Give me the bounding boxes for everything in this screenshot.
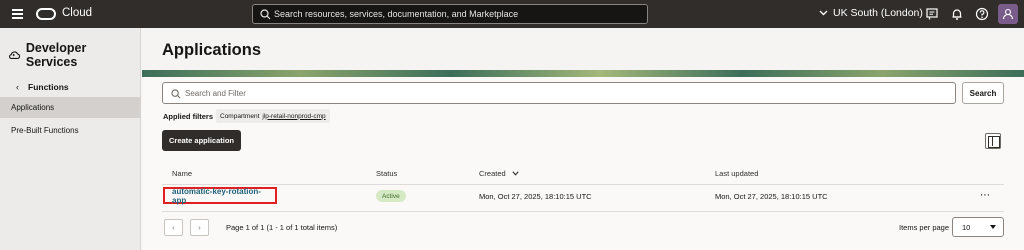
status-badge: Active [376,190,406,202]
chevron-down-icon [512,171,519,176]
sidebar-item-applications[interactable]: Applications [0,97,140,118]
chip-value[interactable]: jlp-retail-nonprod-cmp [262,113,325,120]
global-search-placeholder: Search resources, services, documentatio… [274,9,519,19]
next-page-button[interactable]: › [190,219,209,236]
chevron-left-icon: ‹ [172,223,175,232]
region-selector[interactable]: UK South (London) [819,7,923,19]
back-to-functions-link[interactable]: ‹ Functions [0,78,140,96]
search-button[interactable]: Search [962,82,1004,104]
hamburger-icon[interactable] [12,9,23,19]
more-icon[interactable]: ⋯ [980,190,991,201]
decorative-banner [142,70,1024,77]
sidebar: Developer Services ‹ Functions Applicati… [0,28,141,250]
search-filter-placeholder: Search and Filter [185,89,246,98]
page-title: Applications [162,41,262,59]
chevron-down-icon [819,10,828,16]
applied-filters-label: Applied filters [163,112,214,121]
sidebar-item-pre-built-functions[interactable]: Pre-Built Functions [0,120,140,141]
header-divider [162,184,1004,185]
items-per-page-value: 10 [962,222,971,232]
chat-icon[interactable] [925,7,939,21]
column-header-created[interactable]: Created [479,169,519,178]
top-bar: Cloud Search resources, services, docume… [0,0,1024,28]
items-per-page-label: Items per page [899,223,950,232]
column-header-created-label: Created [479,169,506,178]
main-content: Applications Search and Filter Search Ap… [142,28,1024,250]
search-icon [171,89,181,99]
global-search-input[interactable]: Search resources, services, documentatio… [252,4,648,24]
chip-key: Compartment [220,112,260,120]
column-header-status: Status [376,169,398,178]
compartment-filter-chip[interactable]: Compartment jlp-retail-nonprod-cmp [216,109,330,123]
previous-page-button[interactable]: ‹ [164,219,183,236]
columns-icon[interactable] [985,133,1001,149]
column-header-name: Name [172,169,193,178]
oracle-logo-icon[interactable] [36,8,56,20]
chevron-left-icon: ‹ [16,82,19,92]
pagination-info: Page 1 of 1 (1 - 1 of 1 total items) [226,223,338,232]
user-icon [1002,8,1014,20]
cloud-icon [9,51,21,60]
bell-icon[interactable] [950,7,964,21]
search-filter-input[interactable]: Search and Filter [162,82,956,104]
back-label: Functions [28,82,69,92]
applications-panel: Search and Filter Search Applied filters… [142,77,1024,250]
service-title: Developer Services [8,41,140,69]
created-cell: Mon, Oct 27, 2025, 18:10:15 UTC [479,192,592,201]
service-title-label: Developer Services [25,41,87,69]
column-header-last-updated: Last updated [715,169,759,178]
sidebar-item-label: Pre-Built Functions [11,126,79,135]
chevron-right-icon: › [198,223,201,232]
create-application-button[interactable]: Create application [162,130,241,151]
sidebar-item-label: Applications [11,103,55,112]
application-name-link[interactable]: automatic-key-rotation-app [163,187,277,205]
last-updated-cell: Mon, Oct 27, 2025, 18:10:15 UTC [715,192,828,201]
items-per-page-select[interactable]: 10 [952,217,1004,237]
brand-label[interactable]: Cloud [62,7,92,19]
region-label: UK South (London) [833,7,923,19]
row-divider [162,211,1004,212]
avatar[interactable] [998,4,1018,24]
chevron-down-icon [990,225,996,229]
help-icon[interactable] [975,7,989,21]
search-icon [260,9,271,20]
